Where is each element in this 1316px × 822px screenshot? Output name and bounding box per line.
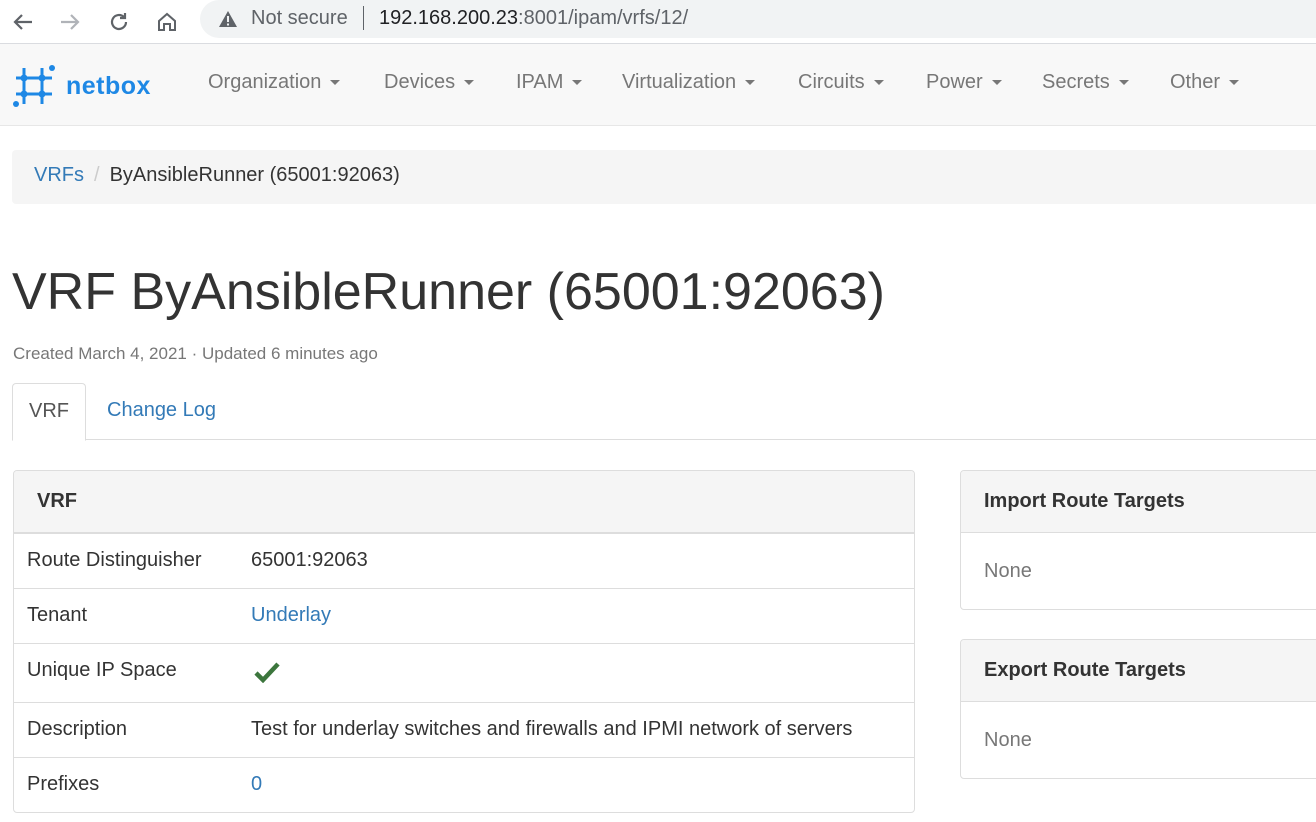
prefixes-link[interactable]: 0	[251, 773, 262, 796]
warning-icon	[219, 11, 237, 27]
tenant-link[interactable]: Underlay	[251, 604, 331, 627]
caret-down-icon	[1229, 80, 1240, 86]
nav-organization[interactable]: Organization	[208, 71, 341, 94]
caret-down-icon	[991, 80, 1002, 86]
reload-button[interactable]	[102, 5, 136, 39]
import-route-targets-panel: Import Route Targets None	[960, 470, 1316, 610]
forward-button[interactable]	[53, 5, 87, 39]
description-value: Test for underlay switches and firewalls…	[251, 718, 853, 740]
caret-down-icon	[1118, 80, 1129, 86]
caret-down-icon	[745, 80, 756, 86]
main-navbar: netbox Organization Devices IPAM Virtual…	[0, 44, 1316, 126]
tab-bar: VRF Change Log	[12, 383, 1316, 441]
nav-devices[interactable]: Devices	[384, 71, 475, 94]
row-label: Unique IP Space	[27, 659, 177, 681]
home-button[interactable]	[150, 5, 184, 39]
browser-toolbar: Not secure 192.168.200.23:8001/ipam/vrfs…	[0, 0, 1316, 44]
caret-down-icon	[330, 80, 341, 86]
import-route-targets-empty: None	[984, 560, 1032, 582]
address-bar[interactable]: Not secure 192.168.200.23:8001/ipam/vrfs…	[200, 0, 1316, 38]
nav-circuits[interactable]: Circuits	[798, 71, 884, 94]
url-text[interactable]: 192.168.200.23:8001/ipam/vrfs/12/	[379, 7, 688, 30]
separator	[363, 6, 364, 30]
brand-name: netbox	[66, 71, 151, 100]
export-route-targets-empty: None	[984, 729, 1032, 751]
table-row: Description Test for underlay switches a…	[14, 702, 914, 757]
caret-down-icon	[572, 80, 583, 86]
nav-virtualization[interactable]: Virtualization	[622, 71, 756, 94]
tab-vrf[interactable]: VRF	[12, 383, 86, 441]
nav-power[interactable]: Power	[926, 71, 1002, 94]
breadcrumb: VRFs / ByAnsibleRunner (65001:92063)	[12, 150, 1316, 204]
nav-ipam[interactable]: IPAM	[516, 71, 583, 94]
caret-down-icon	[873, 80, 884, 86]
table-row: Route Distinguisher 65001:92063	[14, 533, 914, 588]
nav-other[interactable]: Other	[1170, 71, 1240, 94]
breadcrumb-separator: /	[94, 164, 100, 186]
panel-heading: VRF	[14, 471, 914, 533]
row-label: Description	[27, 718, 128, 740]
checkmark-icon	[254, 661, 280, 689]
export-route-targets-panel: Export Route Targets None	[960, 639, 1316, 779]
table-row: Prefixes 0	[14, 757, 914, 812]
arrow-right-icon	[61, 14, 80, 30]
breadcrumb-current: ByAnsibleRunner (65001:92063)	[109, 164, 400, 186]
page-title: VRF ByAnsibleRunner (65001:92063)	[12, 263, 885, 321]
nav-secrets[interactable]: Secrets	[1042, 71, 1129, 94]
security-label: Not secure	[251, 7, 348, 29]
brand-logo[interactable]: netbox	[12, 64, 151, 108]
table-row: Unique IP Space	[14, 643, 914, 702]
home-icon	[158, 12, 176, 31]
tab-change-log[interactable]: Change Log	[91, 383, 232, 440]
route-distinguisher-value: 65001:92063	[251, 549, 368, 571]
caret-down-icon	[464, 80, 475, 86]
created-updated-meta: Created March 4, 2021 · Updated 6 minute…	[13, 344, 378, 363]
panel-heading: Export Route Targets	[961, 640, 1316, 702]
row-label: Tenant	[27, 604, 88, 626]
row-label: Prefixes	[27, 773, 100, 795]
row-label: Route Distinguisher	[27, 549, 202, 571]
arrow-left-icon	[13, 14, 32, 30]
table-row: Tenant Underlay	[14, 588, 914, 643]
netbox-logo-icon	[13, 65, 55, 107]
vrf-panel: VRF Route Distinguisher 65001:92063 Tena…	[13, 470, 915, 813]
breadcrumb-vrfs-link[interactable]: VRFs	[34, 164, 84, 186]
reload-icon	[110, 13, 128, 31]
back-button[interactable]	[6, 5, 40, 39]
panel-heading: Import Route Targets	[961, 471, 1316, 533]
